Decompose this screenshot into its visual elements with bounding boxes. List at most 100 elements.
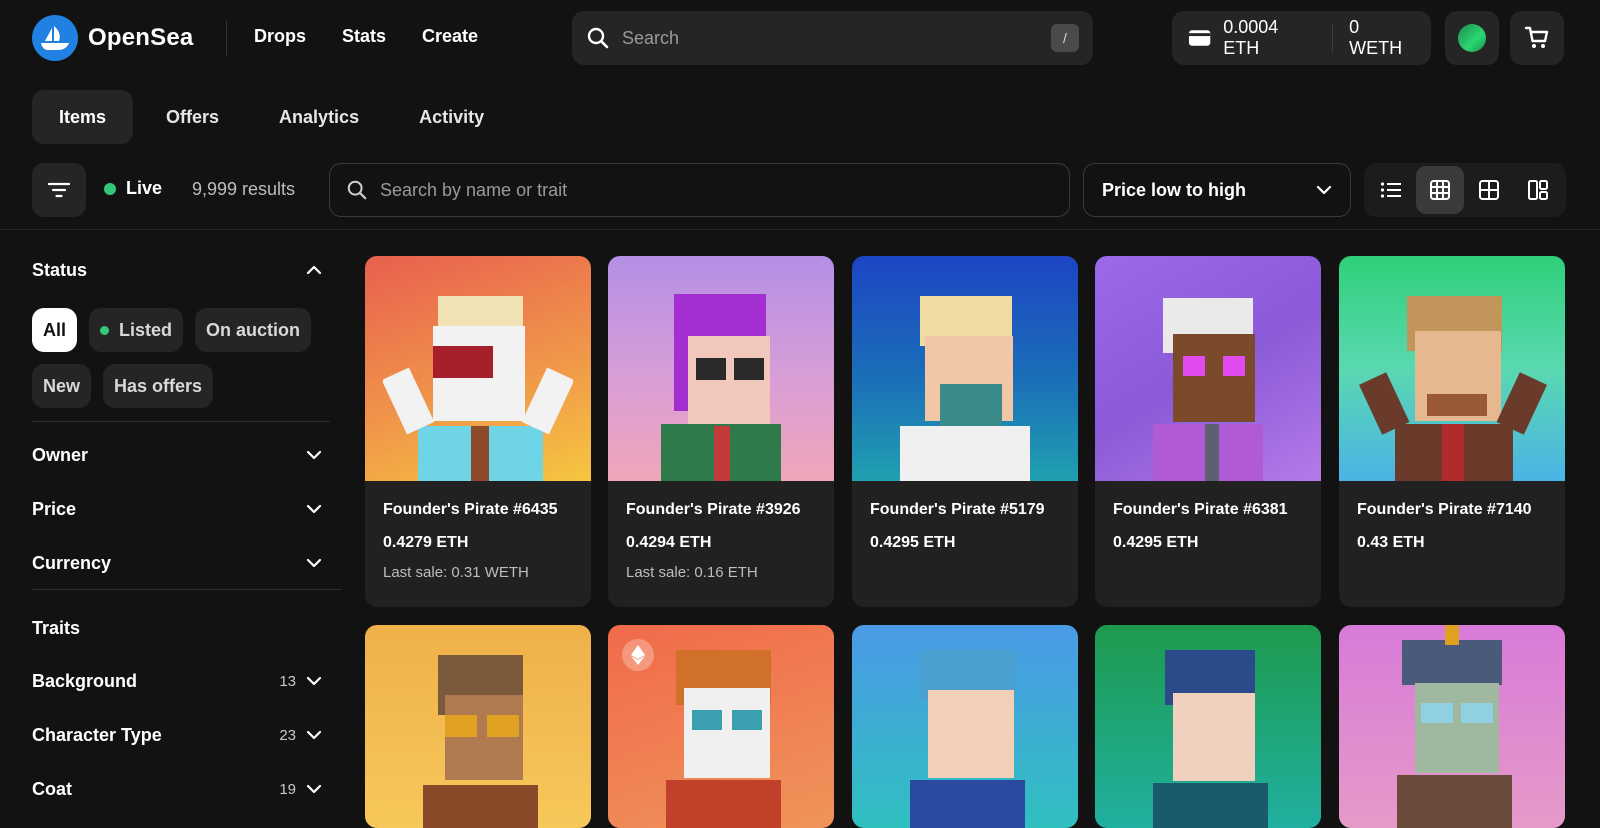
nft-card[interactable]: Founder's Pirate #6435 0.4279 ETH Last s… [365,256,591,607]
filter-price[interactable]: Price [32,482,342,536]
status-chip-on-auction[interactable]: On auction [195,308,312,352]
chip-label: New [43,375,81,396]
nft-image [1339,625,1565,828]
trait-count: 23 [279,726,296,744]
nft-price: 0.4294 ETH [626,534,712,551]
item-search-input[interactable] [380,179,1053,201]
nft-title: Founder's Pirate #6381 [1113,501,1288,518]
trait-count: 19 [279,780,296,798]
nft-card-body: Founder's Pirate #7140 0.43 ETH [1339,481,1565,607]
filter-toggle-button[interactable] [32,163,86,217]
nav-link-stats[interactable]: Stats [342,26,386,47]
wallet-icon [1188,30,1211,46]
chevron-down-icon [306,784,322,794]
main-nav: Drops Stats Create [254,26,478,47]
toolbar-divider [0,229,1600,230]
nft-image [1095,256,1321,481]
nft-card[interactable] [1339,625,1565,828]
nft-card-body: Founder's Pirate #6435 0.4279 ETH Last s… [365,481,591,607]
live-indicator: Live [104,178,162,199]
gallery-icon [1528,180,1548,200]
nft-image [365,256,591,481]
global-search-bar[interactable]: / [572,11,1093,65]
trait-label: Character Type [32,724,162,745]
brand-name: OpenSea [88,24,194,51]
item-search-bar[interactable] [329,163,1070,217]
sort-label: Price low to high [1102,179,1247,200]
cart-button[interactable] [1510,11,1564,65]
status-chip-all[interactable]: All [32,308,78,352]
nft-price: 0.4295 ETH [1113,534,1199,551]
nft-card[interactable] [608,625,834,828]
trait-count: 13 [279,672,296,690]
view-list-button[interactable] [1367,166,1415,214]
filter-owner-label: Owner [32,444,89,465]
nft-card[interactable] [1095,625,1321,828]
nft-title: Founder's Pirate #3926 [626,501,801,518]
nft-card-body: Founder's Pirate #6381 0.4295 ETH [1095,481,1321,607]
nft-image [608,625,834,828]
nft-card[interactable] [852,625,1078,828]
chevron-down-icon [306,676,322,686]
status-chip-listed[interactable]: Listed [89,308,184,352]
status-chip-new[interactable]: New [32,364,92,408]
opensea-logo[interactable]: OpenSea [32,15,193,61]
nft-image [852,625,1078,828]
nft-price: 0.4295 ETH [870,534,956,551]
results-count: 9,999 results [192,179,296,199]
tab-analytics[interactable]: Analytics [252,90,386,144]
nav-link-drops[interactable]: Drops [254,26,306,47]
nft-card[interactable]: Founder's Pirate #5179 0.4295 ETH [852,256,1078,607]
filter-icon [48,182,70,198]
tab-activity[interactable]: Activity [392,90,511,144]
profile-button[interactable] [1445,11,1499,65]
sidebar-divider [32,421,330,422]
view-mode-toggle [1364,163,1566,217]
filter-currency-label: Currency [32,552,112,573]
nft-card[interactable]: Founder's Pirate #7140 0.43 ETH [1339,256,1565,607]
top-navbar: OpenSea Drops Stats Create / 0.0004 ETH … [0,0,1600,76]
chip-label: All [43,319,67,340]
wallet-divider [1332,24,1334,52]
nft-price: 0.4279 ETH [383,534,469,551]
chevron-down-icon [306,730,322,740]
chevron-down-icon [306,558,322,568]
view-grid-small-button[interactable] [1416,166,1464,214]
traits-title: Traits [32,617,81,638]
tab-items[interactable]: Items [32,90,134,144]
nav-divider [226,20,227,56]
chip-label: On auction [206,319,301,340]
trait-character-type[interactable]: Character Type 23 [32,708,342,762]
wallet-balance[interactable]: 0.0004 ETH 0 WETH [1172,11,1431,65]
live-dot-icon [104,182,116,195]
status-section-header[interactable]: Status [32,256,342,284]
trait-coat[interactable]: Coat 19 [32,762,342,816]
collection-tabs: Items Offers Analytics Activity [32,90,511,144]
nft-last-sale: Last sale: 0.16 ETH [626,564,758,581]
chevron-down-icon [306,450,322,460]
nft-image [365,625,591,828]
chip-label: Listed [119,319,173,340]
search-shortcut-key: / [1051,24,1079,52]
grid-small-icon [1430,180,1450,200]
filter-price-label: Price [32,498,77,519]
nav-link-create[interactable]: Create [422,26,478,47]
sidebar-divider [32,589,342,590]
trait-background[interactable]: Background 13 [32,654,342,708]
status-chip-has-offers[interactable]: Has offers [103,364,214,408]
status-title: Status [32,259,88,280]
nft-card-body: Founder's Pirate #5179 0.4295 ETH [852,481,1078,607]
view-gallery-button[interactable] [1514,166,1562,214]
filter-owner[interactable]: Owner [32,428,342,482]
nft-card[interactable]: Founder's Pirate #6381 0.4295 ETH [1095,256,1321,607]
nft-card[interactable]: Founder's Pirate #3926 0.4294 ETH Last s… [608,256,834,607]
filter-currency[interactable]: Currency [32,536,342,590]
sort-dropdown[interactable]: Price low to high [1083,163,1351,217]
nft-image [608,256,834,481]
chevron-up-icon [306,265,322,275]
nft-card[interactable] [365,625,591,828]
global-search-input[interactable] [622,27,1051,49]
weth-balance: 0 WETH [1349,17,1403,58]
tab-offers[interactable]: Offers [139,90,246,144]
view-grid-large-button[interactable] [1465,166,1513,214]
